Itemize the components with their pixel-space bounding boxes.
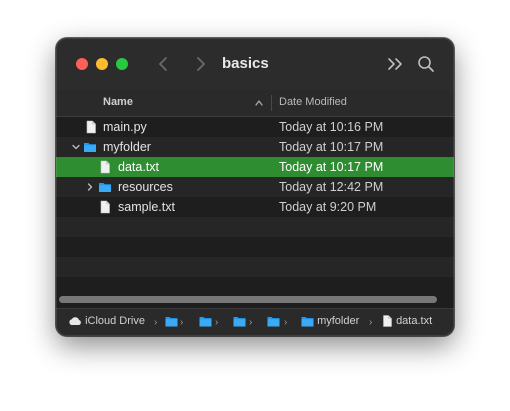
empty-row xyxy=(56,237,454,257)
folder-icon xyxy=(267,316,280,327)
document-icon xyxy=(100,160,110,174)
horizontal-scroll-area xyxy=(56,293,454,307)
file-date: Today at 10:16 PM xyxy=(279,120,384,134)
file-name: main.py xyxy=(103,120,147,134)
breadcrumb-separator: › xyxy=(180,317,184,328)
breadcrumb-icloud-drive[interactable]: iCloud Drive xyxy=(68,315,145,331)
breadcrumb-label: data.txt xyxy=(396,315,433,328)
empty-row xyxy=(56,257,454,277)
name-column-header[interactable]: Name xyxy=(103,96,133,108)
date-modified-column-header[interactable]: Date Modified xyxy=(279,96,347,108)
breadcrumb-myfolder[interactable]: myfolder xyxy=(301,315,359,331)
disclosure-collapsed-icon[interactable] xyxy=(85,182,95,192)
breadcrumb-folder[interactable] xyxy=(165,315,178,331)
more-toolbar-items-icon[interactable] xyxy=(386,54,406,74)
breadcrumb-folder[interactable] xyxy=(199,315,212,331)
disclosure-expanded-icon[interactable] xyxy=(71,142,81,152)
forward-chevron-icon[interactable] xyxy=(190,54,210,74)
breadcrumb-folder[interactable] xyxy=(267,315,280,331)
folder-icon xyxy=(199,316,212,327)
file-date: Today at 10:17 PM xyxy=(279,140,384,154)
list-item[interactable]: myfolder Today at 10:17 PM xyxy=(56,137,454,157)
breadcrumb-data-file[interactable]: data.txt xyxy=(382,315,432,331)
cloud-icon xyxy=(69,317,81,326)
column-header: Name Date Modified xyxy=(56,90,454,117)
document-icon xyxy=(86,120,96,134)
horizontal-scrollbar[interactable] xyxy=(59,296,437,303)
file-list: main.py Today at 10:16 PM myfolder Today… xyxy=(56,117,454,293)
back-chevron-icon[interactable] xyxy=(154,54,174,74)
folder-name: myfolder xyxy=(103,140,151,154)
empty-row xyxy=(56,277,454,293)
document-icon xyxy=(100,200,110,214)
document-icon xyxy=(383,315,392,327)
empty-row xyxy=(56,217,454,237)
close-button[interactable] xyxy=(76,58,88,70)
breadcrumb-separator: › xyxy=(249,317,253,328)
sort-ascending-icon[interactable] xyxy=(254,98,264,108)
finder-window: basics Name Date Modified main.py Today … xyxy=(56,38,454,336)
breadcrumb-separator: › xyxy=(369,317,373,328)
file-date: Today at 10:17 PM xyxy=(279,160,384,174)
window-title: basics xyxy=(222,55,269,72)
list-item[interactable]: sample.txt Today at 9:20 PM xyxy=(56,197,454,217)
toolbar: basics xyxy=(56,38,454,90)
file-name: data.txt xyxy=(118,160,159,174)
minimize-button[interactable] xyxy=(96,58,108,70)
file-date: Today at 9:20 PM xyxy=(279,200,377,214)
breadcrumb-separator: › xyxy=(284,317,288,328)
breadcrumb-folder[interactable] xyxy=(233,315,246,331)
folder-icon xyxy=(99,183,111,192)
folder-name: resources xyxy=(118,180,173,194)
file-date: Today at 12:42 PM xyxy=(279,180,384,194)
file-name: sample.txt xyxy=(118,200,175,214)
breadcrumb-label: iCloud Drive xyxy=(85,315,145,328)
folder-icon xyxy=(165,316,178,327)
breadcrumb-label: myfolder xyxy=(317,315,360,328)
folder-icon xyxy=(84,143,96,152)
folder-icon xyxy=(301,316,314,327)
search-icon[interactable] xyxy=(416,54,436,74)
list-item[interactable]: resources Today at 12:42 PM xyxy=(56,177,454,197)
zoom-button[interactable] xyxy=(116,58,128,70)
folder-icon xyxy=(233,316,246,327)
column-divider[interactable] xyxy=(271,95,272,111)
list-item[interactable]: main.py Today at 10:16 PM xyxy=(56,117,454,137)
path-bar: iCloud Drive › › › › › myfolder › data.t… xyxy=(56,308,454,336)
breadcrumb-separator: › xyxy=(215,317,219,328)
list-item[interactable]: data.txt Today at 10:17 PM xyxy=(56,157,454,177)
breadcrumb-separator: › xyxy=(154,317,158,328)
